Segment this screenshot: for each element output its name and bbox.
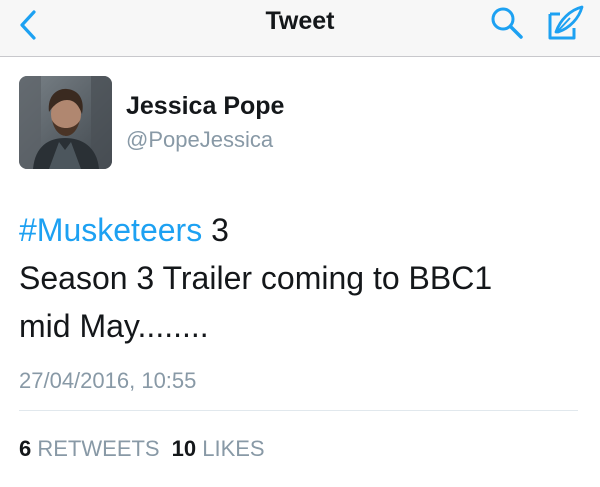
retweets-label: RETWEETS: [37, 436, 160, 461]
search-button[interactable]: [488, 4, 526, 42]
retweets-stat[interactable]: 6 RETWEETS: [19, 436, 160, 461]
author-handle[interactable]: @PopeJessica: [126, 127, 273, 153]
compose-icon: [548, 5, 584, 40]
author-name[interactable]: Jessica Pope: [126, 92, 284, 121]
tweet-line-1: #Musketeers 3: [19, 206, 584, 254]
tweet-text: #Musketeers 3 Season 3 Trailer coming to…: [19, 206, 584, 350]
avatar-photo: [19, 76, 112, 169]
likes-label: LIKES: [202, 436, 265, 461]
likes-stat[interactable]: 10 LIKES: [172, 436, 265, 461]
retweets-count: 6: [19, 436, 32, 461]
divider: [19, 410, 578, 411]
hashtag-link[interactable]: #Musketeers: [19, 212, 202, 248]
tweet-line-3: mid May........: [19, 308, 209, 344]
tweet-text-fragment: 3: [202, 212, 229, 248]
likes-count: 10: [171, 436, 197, 461]
tweet-line-2: Season 3 Trailer coming to BBC1: [19, 260, 493, 296]
tweet-timestamp: 27/04/2016, 10:55: [19, 368, 197, 393]
compose-button[interactable]: [542, 2, 588, 44]
search-icon: [491, 7, 523, 39]
navigation-bar: Tweet: [0, 0, 600, 57]
avatar[interactable]: [19, 76, 112, 169]
tweet-stats: 6 RETWEETS 10 LIKES: [19, 436, 265, 462]
